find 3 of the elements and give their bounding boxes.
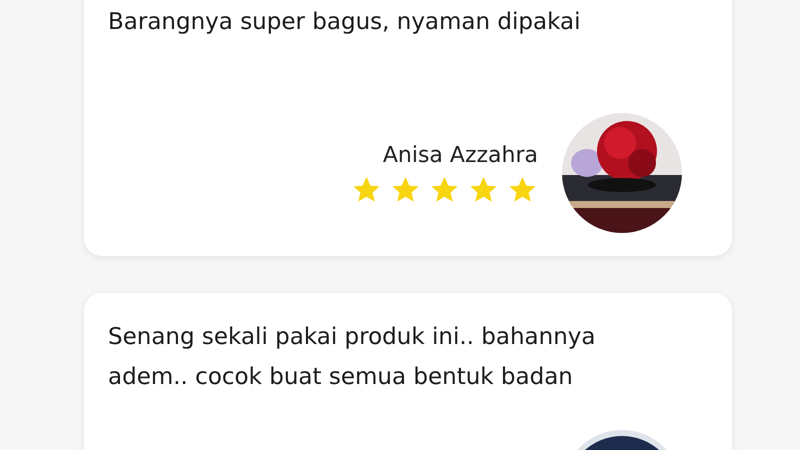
review-text: Senang sekali pakai produk ini.. bahannya adem.. cocok buat semua bentuk badan bbox=[108, 323, 596, 392]
reviewer-name: Anisa Azzahra bbox=[382, 142, 538, 170]
review-text: Barangnya super bagus, nyaman dipakai bbox=[108, 8, 582, 37]
